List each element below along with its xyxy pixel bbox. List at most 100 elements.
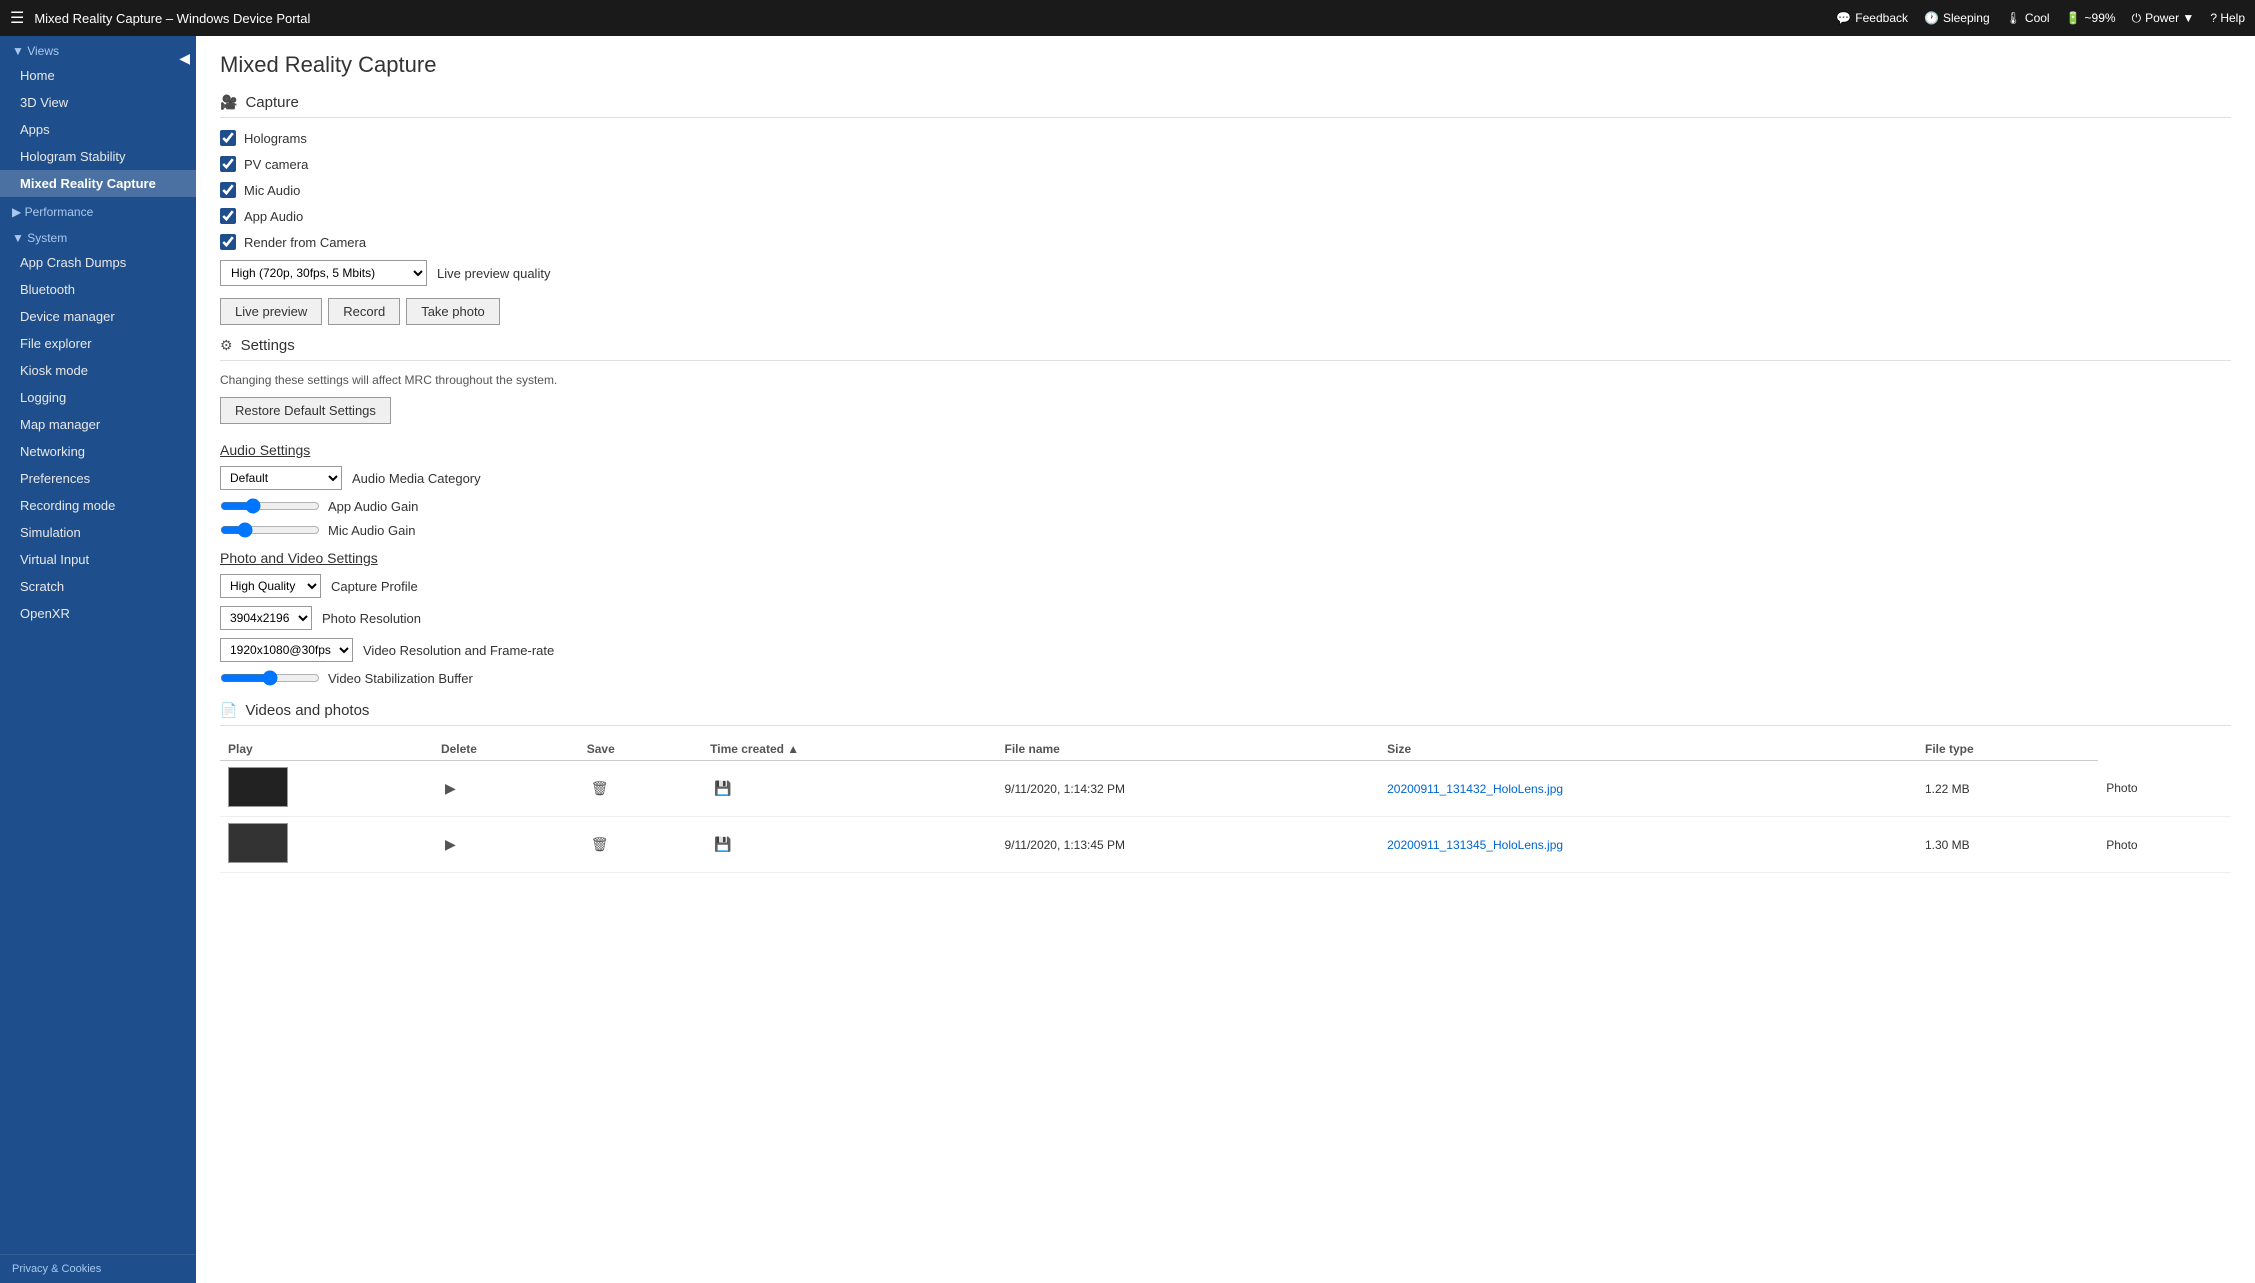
cell-size: 1.30 MB (1917, 817, 2098, 873)
capture-buttons: Live preview Record Take photo (220, 298, 2231, 325)
col-delete[interactable]: Delete (433, 738, 579, 761)
delete-button[interactable]: 🗑 (587, 778, 613, 799)
help-button[interactable]: ? Help (2210, 11, 2245, 25)
main-layout: ◀ ▼ Views Home 3D View Apps Hologram Sta… (0, 36, 2255, 1283)
live-preview-button[interactable]: Live preview (220, 298, 322, 325)
sidebar-item-openxr[interactable]: OpenXR (0, 600, 196, 627)
sidebar-section-system[interactable]: ▼ System (0, 223, 196, 249)
col-time[interactable]: Time created ▲ (702, 738, 996, 761)
app-audio-checkbox[interactable] (220, 208, 236, 224)
sidebar-item-map-manager[interactable]: Map manager (0, 411, 196, 438)
sidebar-item-app-crash-dumps[interactable]: App Crash Dumps (0, 249, 196, 276)
cell-filetype: Photo (2098, 761, 2231, 817)
sidebar-collapse-button[interactable]: ◀ (173, 46, 196, 71)
thumbnail (228, 767, 288, 807)
col-save[interactable]: Save (579, 738, 702, 761)
app-audio-gain-label: App Audio Gain (328, 499, 418, 514)
sidebar-item-logging[interactable]: Logging (0, 384, 196, 411)
camera-icon: 🎥 (220, 94, 237, 111)
sidebar-item-networking[interactable]: Networking (0, 438, 196, 465)
sidebar-item-preferences[interactable]: Preferences (0, 465, 196, 492)
cell-filetype: Photo (2098, 817, 2231, 873)
cell-thumb (220, 761, 433, 817)
sidebar-item-scratch[interactable]: Scratch (0, 573, 196, 600)
cool-status: 🌡 Cool (2006, 11, 2050, 25)
sidebar-item-file-explorer[interactable]: File explorer (0, 330, 196, 357)
sidebar-item-hologram-stability[interactable]: Hologram Stability (0, 143, 196, 170)
quality-row: High (720p, 30fps, 5 Mbits) Low (424p, 1… (220, 260, 2231, 286)
col-filename[interactable]: File name (996, 738, 1379, 761)
col-size[interactable]: Size (1379, 738, 1917, 761)
settings-description: Changing these settings will affect MRC … (220, 373, 2231, 387)
cell-time: 9/11/2020, 1:13:45 PM (996, 817, 1379, 873)
cell-size: 1.22 MB (1917, 761, 2098, 817)
page-title: Mixed Reality Capture (220, 52, 2231, 78)
photo-video-settings-title: Photo and Video Settings (220, 550, 2231, 566)
capture-profile-select[interactable]: High Quality Balanced Performance (220, 574, 321, 598)
save-button[interactable]: 💾 (710, 834, 735, 855)
take-photo-button[interactable]: Take photo (406, 298, 500, 325)
mic-audio-gain-row: Mic Audio Gain (220, 522, 2231, 538)
sidebar-item-bluetooth[interactable]: Bluetooth (0, 276, 196, 303)
file-link[interactable]: 20200911_131345_HoloLens.jpg (1387, 838, 1563, 852)
audio-settings-title: Audio Settings (220, 442, 2231, 458)
mic-audio-checkbox[interactable] (220, 182, 236, 198)
restore-defaults-button[interactable]: Restore Default Settings (220, 397, 391, 424)
sidebar-item-recording-mode[interactable]: Recording mode (0, 492, 196, 519)
table-row: ▶ 🗑 💾 9/11/2020, 1:13:45 PM 20200911_131… (220, 817, 2231, 873)
col-filetype[interactable]: File type (1917, 738, 2098, 761)
sidebar-section-views[interactable]: ▼ Views (0, 36, 196, 62)
cell-save: 💾 (702, 817, 996, 873)
videos-table: Play Delete Save Time created ▲ File nam… (220, 738, 2231, 873)
video-resolution-select[interactable]: 1920x1080@30fps 1280x720@30fps 1280x720@… (220, 638, 353, 662)
save-button[interactable]: 💾 (710, 778, 735, 799)
sidebar-item-apps[interactable]: Apps (0, 116, 196, 143)
mic-audio-gain-label: Mic Audio Gain (328, 523, 415, 538)
render-from-camera-checkbox[interactable] (220, 234, 236, 250)
file-icon: 📄 (220, 702, 237, 719)
col-play[interactable]: Play (220, 738, 433, 761)
sidebar-item-simulation[interactable]: Simulation (0, 519, 196, 546)
power-button[interactable]: ⏻ Power ▼ (2132, 11, 2195, 26)
delete-button[interactable]: 🗑 (587, 834, 613, 855)
play-button[interactable]: ▶ (441, 834, 460, 855)
sleeping-icon: 🕐 (1924, 11, 1939, 25)
cell-filename: 20200911_131345_HoloLens.jpg (1379, 817, 1917, 873)
menu-icon[interactable]: ☰ (10, 8, 24, 28)
photo-resolution-row: 3904x2196 2272x1278 1408x792 Photo Resol… (220, 606, 2231, 630)
file-link[interactable]: 20200911_131432_HoloLens.jpg (1387, 782, 1563, 796)
titlebar-title: Mixed Reality Capture – Windows Device P… (34, 11, 1836, 26)
sidebar-item-kiosk-mode[interactable]: Kiosk mode (0, 357, 196, 384)
mic-audio-gain-slider[interactable] (220, 522, 320, 538)
sidebar-footer-privacy[interactable]: Privacy & Cookies (0, 1254, 196, 1283)
sidebar-item-virtual-input[interactable]: Virtual Input (0, 546, 196, 573)
video-resolution-row: 1920x1080@30fps 1280x720@30fps 1280x720@… (220, 638, 2231, 662)
photo-resolution-label: Photo Resolution (322, 611, 421, 626)
sidebar-section-performance[interactable]: ▶ Performance (0, 197, 196, 223)
sidebar-item-home[interactable]: Home (0, 62, 196, 89)
holograms-checkbox[interactable] (220, 130, 236, 146)
cell-delete: 🗑 (579, 761, 702, 817)
record-button[interactable]: Record (328, 298, 400, 325)
app-audio-gain-slider[interactable] (220, 498, 320, 514)
checkbox-holograms: Holograms (220, 130, 2231, 146)
video-stab-buffer-slider[interactable] (220, 670, 320, 686)
quality-select[interactable]: High (720p, 30fps, 5 Mbits) Low (424p, 1… (220, 260, 427, 286)
audio-media-select[interactable]: Default Communications Media (220, 466, 342, 490)
feedback-button[interactable]: 💬 Feedback (1836, 11, 1908, 25)
photo-resolution-select[interactable]: 3904x2196 2272x1278 1408x792 (220, 606, 312, 630)
titlebar-actions: 💬 Feedback 🕐 Sleeping 🌡 Cool 🔋 ~99% ⏻ Po… (1836, 11, 2245, 26)
content-area: Mixed Reality Capture 🎥 Capture Hologram… (196, 36, 2255, 1283)
cell-delete: 🗑 (579, 817, 702, 873)
audio-media-category-row: Default Communications Media Audio Media… (220, 466, 2231, 490)
pvcamera-checkbox[interactable] (220, 156, 236, 172)
video-resolution-label: Video Resolution and Frame-rate (363, 643, 554, 658)
gear-icon: ⚙ (220, 337, 233, 354)
sidebar-item-device-manager[interactable]: Device manager (0, 303, 196, 330)
sidebar-item-mrc[interactable]: Mixed Reality Capture (0, 170, 196, 197)
play-button[interactable]: ▶ (441, 778, 460, 799)
checkbox-mic-audio: Mic Audio (220, 182, 2231, 198)
sidebar-item-3dview[interactable]: 3D View (0, 89, 196, 116)
checkbox-render-from-camera: Render from Camera (220, 234, 2231, 250)
cell-time: 9/11/2020, 1:14:32 PM (996, 761, 1379, 817)
